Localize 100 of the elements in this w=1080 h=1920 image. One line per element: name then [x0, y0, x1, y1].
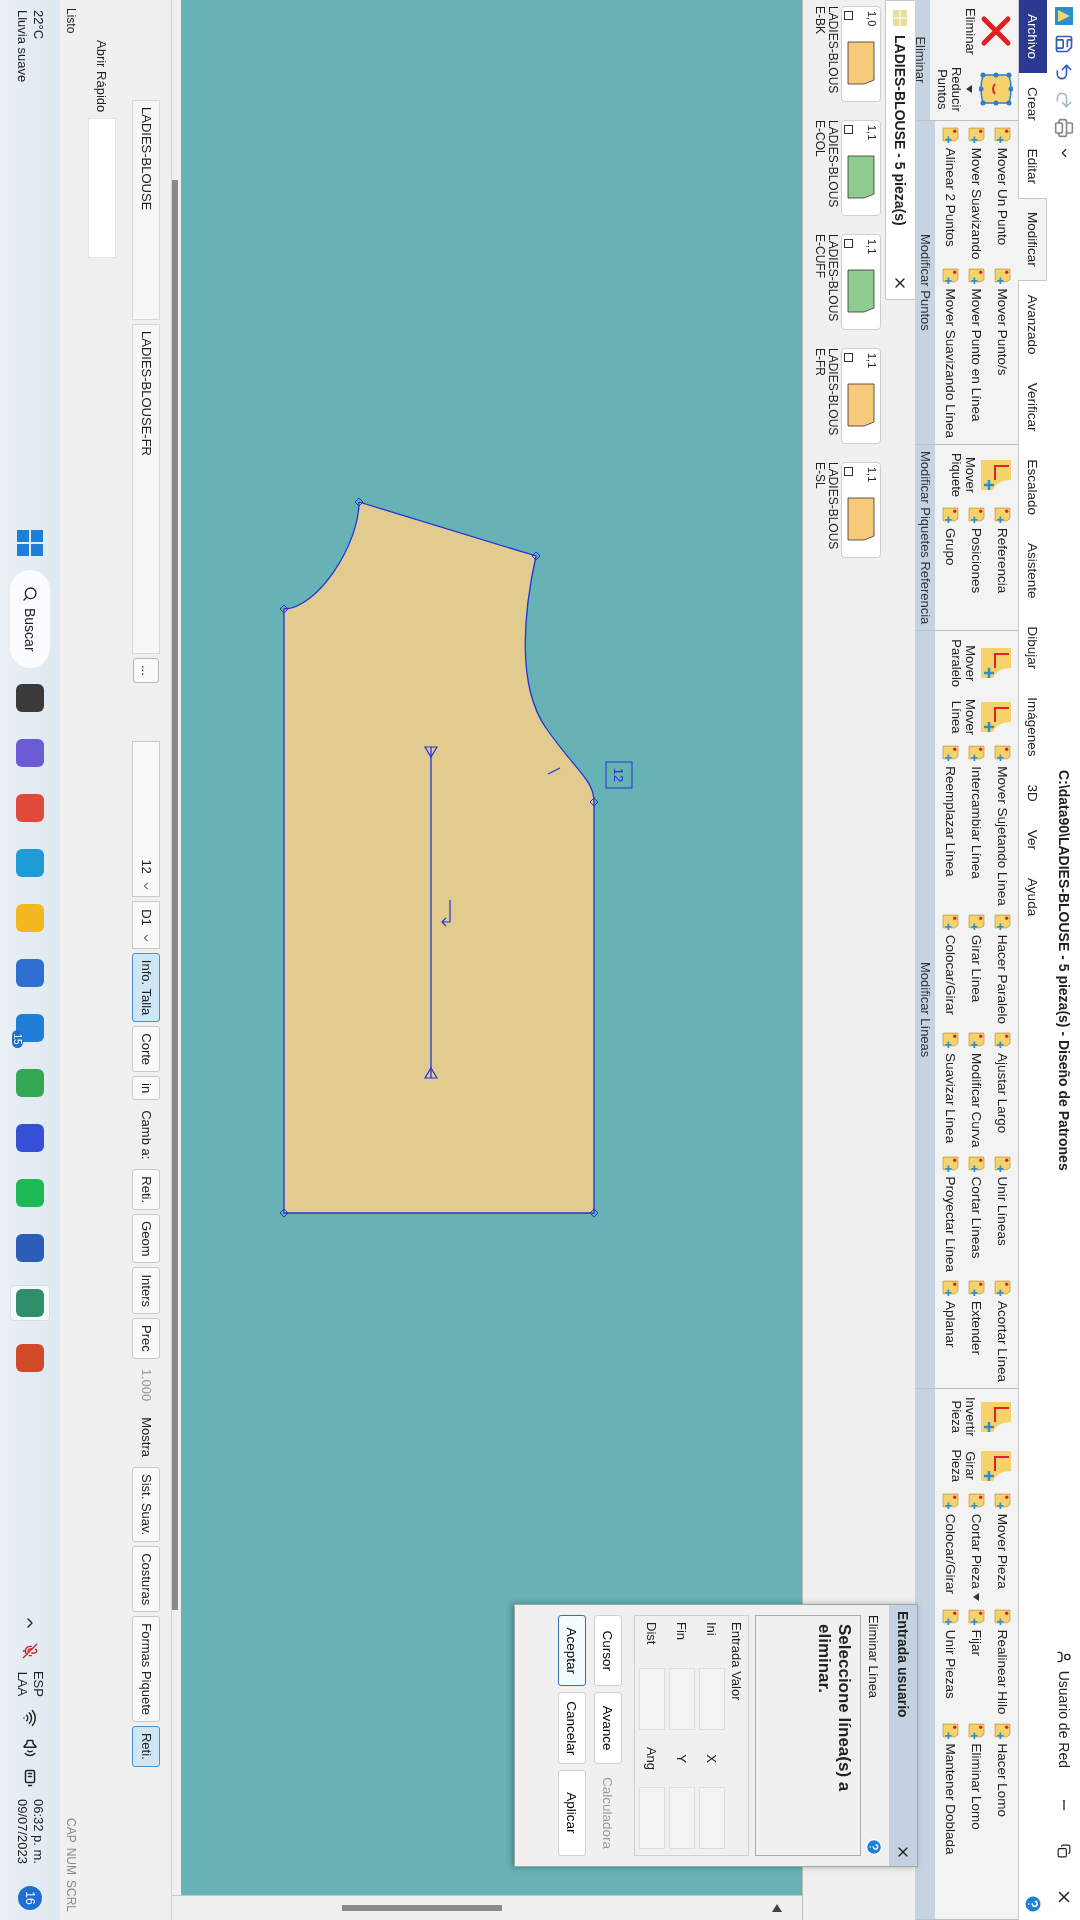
ribbon-button[interactable]: Hacer Lomo: [990, 1722, 1015, 1855]
ribbon-button[interactable]: Girar Línea: [964, 913, 989, 1025]
menu-tab[interactable]: Verificar: [1019, 368, 1047, 446]
ribbon-button[interactable]: Mover Punto en Línea: [964, 267, 989, 438]
ribbon-button[interactable]: Reemplazar Línea: [938, 745, 963, 906]
toolbar-button[interactable]: Reti.: [132, 1726, 161, 1767]
ribbon-button[interactable]: Cortar Pieza: [964, 1492, 989, 1601]
ribbon-button[interactable]: Mover Un Punto: [990, 126, 1015, 260]
ribbon-button[interactable]: Unir Líneas: [990, 1155, 1015, 1272]
menu-tab[interactable]: Escalado: [1019, 445, 1047, 529]
toolbar-button[interactable]: Corte: [132, 1026, 161, 1073]
menu-tab[interactable]: Archivo: [1019, 0, 1047, 73]
ribbon-button[interactable]: Invertir Pieza: [938, 1394, 1015, 1439]
dialog-button[interactable]: Avance: [594, 1692, 622, 1764]
help-icon[interactable]: [1023, 1894, 1044, 1914]
language-indicator[interactable]: ESP LAA: [14, 1670, 46, 1697]
menu-tab[interactable]: Asistente: [1019, 528, 1047, 613]
wifi-icon[interactable]: [21, 1708, 39, 1727]
toolbar-button[interactable]: Formas Piquete: [132, 1616, 161, 1722]
menu-tab[interactable]: Modificar: [1018, 198, 1047, 281]
piece-card[interactable]: 1,0: [841, 6, 881, 102]
piece-field[interactable]: LADIES-BLOUSE-FR: [132, 324, 161, 654]
ribbon-button[interactable]: Mantener Doblada: [938, 1722, 963, 1855]
menu-tab[interactable]: Editar: [1019, 134, 1047, 199]
ribbon-button[interactable]: Mover Punto/s: [990, 267, 1015, 438]
taskbar-app-button[interactable]: 15: [10, 1009, 50, 1046]
printer-icon[interactable]: [1054, 118, 1074, 138]
point-marker[interactable]: [354, 497, 364, 507]
ribbon-button[interactable]: Colocar/Girar: [938, 1492, 963, 1601]
ribbon-button[interactable]: Extender: [964, 1279, 989, 1382]
menu-tab[interactable]: 3D: [1019, 770, 1047, 816]
ribbon-button[interactable]: Mover Línea: [938, 697, 1015, 738]
clock[interactable]: 06:32 p. m. 09/07/2023: [14, 1798, 46, 1864]
toolbar-button[interactable]: Reti.: [132, 1169, 161, 1211]
ribbon-button[interactable]: Mover Paralelo: [938, 637, 1015, 690]
ribbon-button[interactable]: Realinear Hilo: [990, 1608, 1015, 1715]
help-icon[interactable]: [865, 1838, 883, 1856]
ribbon-button[interactable]: Cortar Líneas: [964, 1155, 989, 1272]
point-marker[interactable]: [279, 1208, 289, 1218]
microphone-off-icon[interactable]: [22, 1642, 38, 1659]
size-dropdown[interactable]: 12: [132, 740, 161, 897]
dialog-button[interactable]: Cancelar: [558, 1692, 586, 1764]
point-marker[interactable]: [279, 604, 289, 614]
quick-open-field[interactable]: [88, 118, 116, 259]
point-marker[interactable]: [589, 1208, 599, 1218]
search-box[interactable]: Buscar: [10, 570, 50, 668]
ribbon-button[interactable]: Eliminar: [933, 6, 1015, 57]
user-button[interactable]: Usuario de Red: [1056, 1634, 1072, 1782]
ribbon-button[interactable]: Mover Sujetando Línea: [990, 745, 1015, 906]
ribbon-button[interactable]: Colocar/Girar: [938, 913, 963, 1025]
browse-button[interactable]: ...: [133, 658, 160, 683]
style-field[interactable]: LADIES-BLOUSE: [132, 100, 161, 320]
ribbon-button[interactable]: Fijar: [964, 1608, 989, 1715]
ribbon-button[interactable]: Acortar Línea: [990, 1279, 1015, 1382]
menu-tab[interactable]: Avanzado: [1019, 280, 1047, 369]
toolbar-button[interactable]: Inters: [132, 1267, 161, 1314]
windows-logo-icon[interactable]: [17, 530, 43, 556]
volume-icon[interactable]: [21, 1738, 39, 1757]
ribbon-button[interactable]: Mover Suavizando Línea: [938, 267, 963, 438]
ribbon-button[interactable]: Unir Piezas: [938, 1608, 963, 1715]
notification-badge[interactable]: 16: [18, 1886, 42, 1910]
piece-card[interactable]: 1,1: [841, 462, 881, 558]
toolbar-button[interactable]: Info. Talla: [132, 952, 161, 1023]
point-marker[interactable]: [589, 797, 599, 807]
toolbar-button[interactable]: Geom: [132, 1214, 161, 1264]
toolbar-button[interactable]: Sist. Suav.: [132, 1467, 161, 1543]
ribbon-button[interactable]: Grupo: [938, 507, 963, 594]
ribbon-button[interactable]: Mover Suavizando: [964, 126, 989, 260]
toolbar-button[interactable]: Prec: [132, 1318, 161, 1359]
vertical-scrollbar[interactable]: [342, 1905, 502, 1911]
toolbar-button[interactable]: in: [132, 1076, 161, 1101]
ribbon-button[interactable]: Eliminar Lomo: [964, 1722, 989, 1855]
piece-card[interactable]: 1,1: [841, 120, 881, 216]
toolbar-button[interactable]: Costuras: [132, 1546, 161, 1613]
menu-tab[interactable]: Crear: [1019, 73, 1047, 135]
ribbon-button[interactable]: Suavizar Línea: [938, 1032, 963, 1148]
ribbon-button[interactable]: Modificar Curva: [964, 1032, 989, 1148]
ribbon-button[interactable]: Alinear 2 Puntos: [938, 126, 963, 260]
ribbon-button[interactable]: Ajustar Largo: [990, 1032, 1015, 1148]
ribbon-button[interactable]: Girar Pieza: [938, 1446, 1015, 1485]
dimension-dropdown[interactable]: D1: [132, 900, 161, 949]
piece-card[interactable]: 1,1: [841, 348, 881, 444]
ribbon-button[interactable]: Aplanar: [938, 1279, 963, 1382]
menu-tab[interactable]: Ver: [1019, 815, 1047, 865]
dialog-button[interactable]: Aplicar: [558, 1769, 586, 1856]
ribbon-button[interactable]: Mover Piquete: [938, 450, 1015, 499]
undo-icon[interactable]: [1054, 62, 1074, 82]
pieces-tab[interactable]: LADIES-BLOUSE - 5 pieza(s): [885, 0, 915, 300]
collapse-arrow-icon[interactable]: [772, 1904, 782, 1912]
ribbon-button[interactable]: Posiciones: [964, 507, 989, 594]
ribbon-button[interactable]: Reducir Puntos: [933, 64, 1015, 114]
ribbon-button[interactable]: Hacer Paralelo: [990, 913, 1015, 1025]
dialog-button[interactable]: Aceptar: [558, 1615, 586, 1687]
save-icon[interactable]: [1054, 34, 1074, 54]
menu-tab[interactable]: Imágenes: [1019, 683, 1047, 771]
ribbon-button[interactable]: Referencia: [990, 507, 1015, 594]
dialog-button[interactable]: Cursor: [594, 1615, 622, 1687]
ribbon-button[interactable]: Intercambiar Línea: [964, 745, 989, 906]
ribbon-button[interactable]: Proyectar Línea: [938, 1155, 963, 1272]
menu-tab[interactable]: Ayuda: [1019, 864, 1047, 931]
